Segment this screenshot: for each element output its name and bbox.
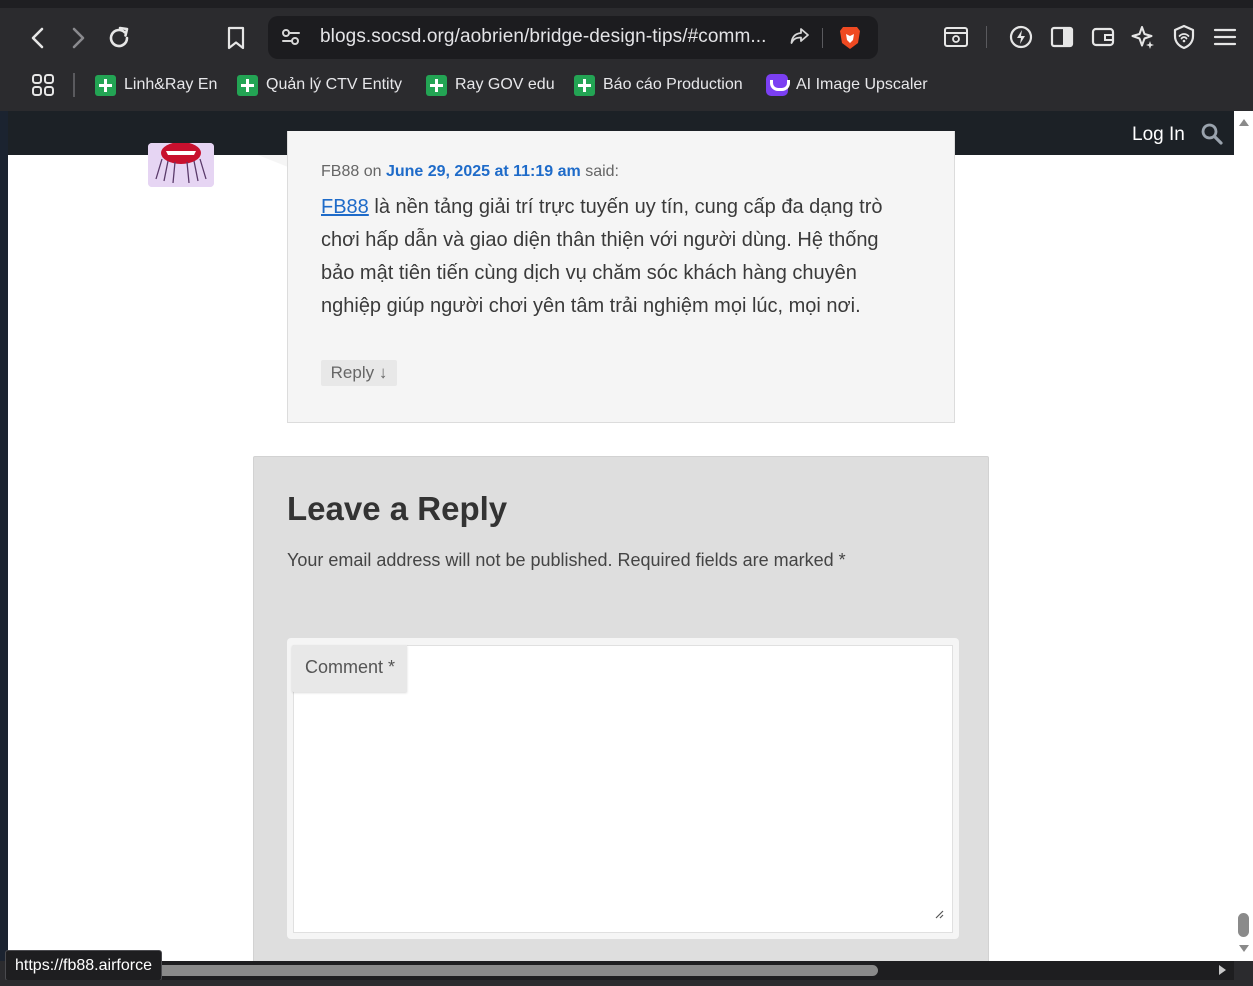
reply-button[interactable]: Reply ↓ bbox=[321, 360, 397, 386]
bookmark-ai-image-upscaler[interactable]: AI Image Upscaler bbox=[766, 72, 928, 98]
bookmarks-bar: Linh&Ray En Quản lý CTV Entity Ray GOV e… bbox=[0, 68, 1253, 102]
comment-pointer bbox=[258, 155, 288, 167]
back-arrow-icon bbox=[31, 27, 44, 49]
brave-shields-icon[interactable] bbox=[838, 25, 862, 56]
bookmark-label: Linh&Ray En bbox=[124, 76, 218, 93]
share-icon[interactable] bbox=[788, 25, 812, 54]
search-icon[interactable] bbox=[1200, 122, 1224, 151]
bookmark-linh-ray-en[interactable]: Linh&Ray En bbox=[95, 72, 217, 98]
forward-arrow-icon bbox=[72, 27, 85, 49]
comment-field: Comment * bbox=[287, 638, 959, 939]
window-bottom-edge bbox=[0, 980, 1253, 986]
sheets-icon bbox=[95, 74, 116, 96]
comment-body-text: là nền tảng giải trí trực tuyến uy tín, … bbox=[321, 196, 883, 317]
browser-toolbar: blogs.socsd.org/aobrien/bridge-design-ti… bbox=[0, 0, 1253, 111]
scroll-down-arrow-icon[interactable] bbox=[1239, 945, 1249, 952]
bookmark-label: Quản lý CTV Entity bbox=[266, 76, 403, 93]
reply-title: Leave a Reply bbox=[287, 490, 508, 527]
leo-ai-icon[interactable] bbox=[1006, 22, 1036, 52]
horizontal-scrollbar[interactable] bbox=[8, 961, 1234, 980]
bookmark-label: Ray GOV edu bbox=[455, 76, 555, 93]
comment-card: FB88 on June 29, 2025 at 11:19 am said: … bbox=[287, 131, 955, 423]
comment-label: Comment * bbox=[292, 645, 407, 692]
sheets-icon bbox=[574, 74, 595, 96]
login-link[interactable]: Log In bbox=[1132, 124, 1185, 146]
required-fields-note: Your email address will not be published… bbox=[287, 550, 846, 570]
comment-said-text: said: bbox=[585, 163, 619, 180]
upscaler-icon bbox=[766, 74, 790, 96]
sheets-icon bbox=[426, 74, 447, 96]
scroll-right-arrow-icon[interactable] bbox=[1219, 965, 1226, 975]
scroll-up-arrow-icon[interactable] bbox=[1239, 119, 1249, 126]
urlbar-divider bbox=[822, 28, 823, 48]
leave-reply-section: Leave a Reply Your email address will no… bbox=[253, 456, 989, 961]
page-viewport: Log In FB88 on June 29, 2025 at 11:19 am… bbox=[8, 111, 1234, 961]
avatar-monster-icon bbox=[148, 143, 214, 187]
back-button[interactable] bbox=[20, 20, 56, 56]
bookmark-label: Báo cáo Production bbox=[603, 76, 743, 93]
comment-meta: FB88 on June 29, 2025 at 11:19 am said: bbox=[321, 163, 619, 181]
vpn-shield-icon[interactable] bbox=[1169, 22, 1199, 52]
commenter-avatar bbox=[148, 143, 214, 187]
comment-date-link[interactable]: June 29, 2025 at 11:19 am bbox=[386, 163, 581, 180]
url-text[interactable]: blogs.socsd.org/aobrien/bridge-design-ti… bbox=[320, 26, 775, 48]
sidebar-toggle-icon[interactable] bbox=[1047, 22, 1077, 52]
bookmark-label: AI Image Upscaler bbox=[796, 76, 928, 93]
bookmark-quan-ly-ctv-entity[interactable]: Quản lý CTV Entity bbox=[237, 72, 402, 98]
apps-grid-icon[interactable] bbox=[31, 73, 55, 102]
comment-on-text: on bbox=[363, 163, 382, 180]
reload-icon bbox=[109, 26, 129, 48]
tab-strip-edge bbox=[0, 0, 1253, 8]
menu-icon[interactable] bbox=[1210, 22, 1240, 52]
forward-button[interactable] bbox=[60, 20, 96, 56]
fb88-link[interactable]: FB88 bbox=[321, 196, 369, 218]
window-edge bbox=[0, 111, 8, 961]
comment-body: FB88 là nền tảng giải trí trực tuyến uy … bbox=[321, 191, 911, 323]
wallet-icon[interactable] bbox=[1088, 22, 1118, 52]
reload-button[interactable] bbox=[101, 20, 137, 56]
bookmark-ray-gov-edu[interactable]: Ray GOV edu bbox=[426, 72, 555, 98]
ai-sparkle-icon[interactable] bbox=[1128, 22, 1158, 52]
bookmark-bao-cao-production[interactable]: Báo cáo Production bbox=[574, 72, 743, 98]
address-bar[interactable]: blogs.socsd.org/aobrien/bridge-design-ti… bbox=[268, 16, 878, 59]
status-bar-url: https://fb88.airforce bbox=[5, 950, 162, 981]
bookmark-page-button[interactable] bbox=[218, 20, 254, 56]
toolbar-separator bbox=[986, 26, 987, 48]
vertical-scrollbar[interactable] bbox=[1234, 111, 1253, 961]
site-settings-icon[interactable] bbox=[280, 27, 302, 52]
vertical-scroll-thumb[interactable] bbox=[1238, 913, 1249, 937]
comment-author: FB88 bbox=[321, 163, 360, 180]
bookmarks-separator bbox=[73, 73, 75, 97]
bookmark-icon bbox=[227, 26, 245, 50]
resize-grip-icon[interactable] bbox=[935, 906, 944, 924]
reader-mode-icon[interactable] bbox=[941, 22, 971, 52]
sheets-icon bbox=[237, 74, 258, 96]
